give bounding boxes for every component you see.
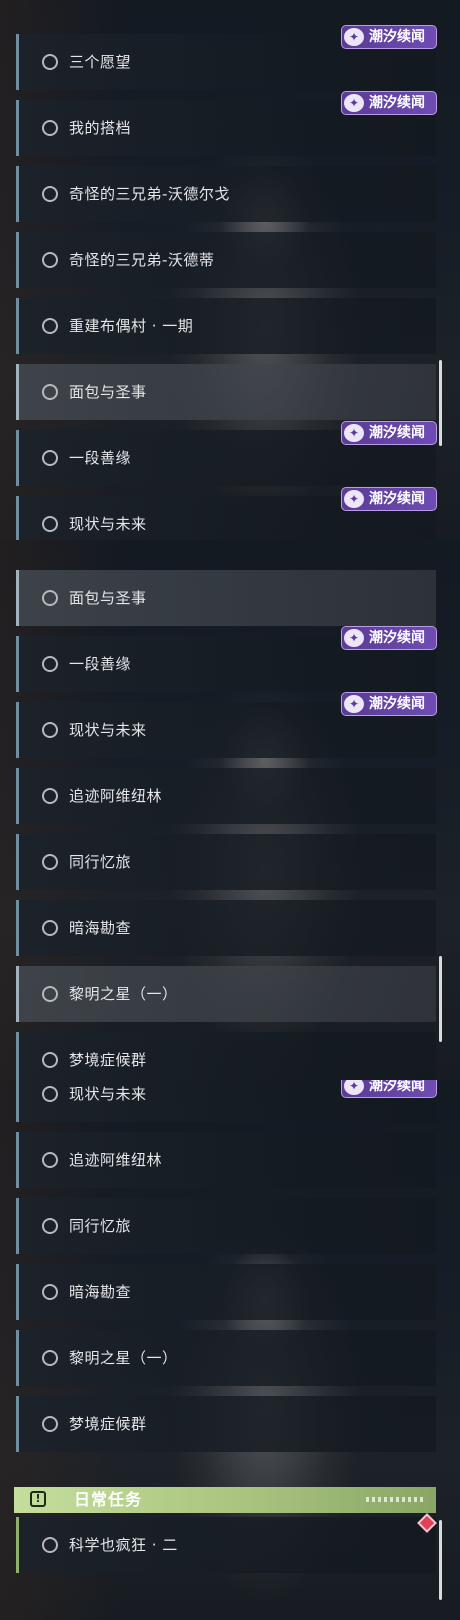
quest-title: 黎明之星（一）: [69, 1349, 178, 1367]
tide-news-badge: ✦ 潮汐续闻: [341, 421, 437, 445]
radio-circle-icon: [42, 1218, 58, 1234]
quest-title: 黎明之星（一）: [69, 985, 178, 1003]
quest-list-panel-1: 三个愿望 我的搭档 奇怪的三兄弟-沃德尔戈 奇怪的三兄弟-沃德蒂 重建布偶村 ·…: [0, 0, 460, 540]
quest-row[interactable]: 梦境症候群: [16, 1396, 436, 1452]
quest-title: 我的搭档: [69, 119, 132, 137]
quest-row[interactable]: 同行忆旅: [16, 1198, 436, 1254]
daily-quest-row[interactable]: 科学也疯狂 · 二: [16, 1517, 436, 1573]
quest-title: 一段善缘: [69, 449, 132, 467]
radio-circle-icon: [42, 516, 58, 532]
swallow-bird-icon: ✦: [344, 94, 364, 112]
quest-row[interactable]: 奇怪的三兄弟-沃德尔戈: [16, 166, 436, 222]
quest-title: 重建布偶村 · 一期: [69, 317, 194, 335]
quest-title: 暗海勘查: [69, 919, 132, 937]
swallow-bird-icon: ✦: [344, 28, 364, 46]
radio-circle-icon: [42, 252, 58, 268]
radio-circle-icon: [42, 788, 58, 804]
quest-title: 科学也疯狂 · 二: [69, 1536, 178, 1554]
quest-title: 面包与圣事: [69, 589, 147, 607]
tide-news-badge: ✦ 潮汐续闻: [341, 25, 437, 49]
quest-title: 一段善缘: [69, 655, 132, 673]
quest-title: 现状与未来: [69, 721, 147, 739]
tide-news-badge: ✦ 潮汐续闻: [341, 692, 437, 716]
quest-row[interactable]: 奇怪的三兄弟-沃德蒂: [16, 232, 436, 288]
quest-row[interactable]: 重建布偶村 · 一期: [16, 298, 436, 354]
radio-circle-icon: [42, 1537, 58, 1553]
tide-news-badge: ✦ 潮汐续闻: [341, 487, 437, 511]
quest-row[interactable]: 暗海勘查: [16, 900, 436, 956]
daily-tasks-header[interactable]: ! 日常任务: [14, 1487, 436, 1513]
quest-row-selected[interactable]: 面包与圣事: [16, 364, 436, 420]
radio-circle-icon: [42, 1416, 58, 1432]
swallow-bird-icon: ✦: [344, 695, 364, 713]
radio-circle-icon: [42, 854, 58, 870]
radio-circle-icon: [42, 120, 58, 136]
quest-row[interactable]: 同行忆旅: [16, 834, 436, 890]
quest-list-panel-3: 现状与未来 追迹阿维纽林 同行忆旅 暗海勘查 黎明之星（一） 梦境症候群 ✦ 潮汐…: [0, 1080, 460, 1620]
quest-row[interactable]: 黎明之星（一）: [16, 1330, 436, 1386]
radio-circle-icon: [42, 1052, 58, 1068]
radio-circle-icon: [42, 450, 58, 466]
scrollbar-thumb[interactable]: [439, 360, 442, 446]
radio-circle-icon: [42, 722, 58, 738]
quest-row[interactable]: 追迹阿维纽林: [16, 1132, 436, 1188]
swallow-bird-icon: ✦: [344, 1080, 364, 1095]
quest-title: 现状与未来: [69, 1085, 147, 1103]
swallow-bird-icon: ✦: [344, 490, 364, 508]
quest-title: 三个愿望: [69, 53, 132, 71]
scrollbar-thumb[interactable]: [439, 956, 442, 1042]
quest-row[interactable]: 暗海勘查: [16, 1264, 436, 1320]
radio-circle-icon: [42, 1284, 58, 1300]
quest-title: 现状与未来: [69, 515, 147, 533]
quest-title: 同行忆旅: [69, 853, 132, 871]
quest-title: 追迹阿维纽林: [69, 787, 163, 805]
quest-list-panel-2: 面包与圣事 一段善缘 现状与未来 追迹阿维纽林 同行忆旅 暗海勘查 黎明之星（一…: [0, 540, 460, 1080]
quest-row[interactable]: 梦境症候群: [16, 1032, 436, 1080]
quest-title: 梦境症候群: [69, 1051, 147, 1069]
quest-title: 梦境症候群: [69, 1415, 147, 1433]
radio-circle-icon: [42, 1152, 58, 1168]
quest-title: 暗海勘查: [69, 1283, 132, 1301]
radio-circle-icon: [42, 54, 58, 70]
tide-news-badge: ✦ 潮汐续闻: [341, 1080, 437, 1098]
radio-circle-icon: [42, 920, 58, 936]
quest-title: 奇怪的三兄弟-沃德蒂: [69, 251, 215, 269]
quest-row[interactable]: 追迹阿维纽林: [16, 768, 436, 824]
radio-circle-icon: [42, 1086, 58, 1102]
radio-circle-icon: [42, 656, 58, 672]
swallow-bird-icon: ✦: [344, 424, 364, 442]
quest-title: 面包与圣事: [69, 383, 147, 401]
tide-news-badge: ✦ 潮汐续闻: [341, 626, 437, 650]
header-decoration: [366, 1497, 426, 1502]
quest-title: 奇怪的三兄弟-沃德尔戈: [69, 185, 230, 203]
exclamation-box-icon: !: [30, 1491, 46, 1507]
quest-title: 追迹阿维纽林: [69, 1151, 163, 1169]
radio-circle-icon: [42, 186, 58, 202]
swallow-bird-icon: ✦: [344, 629, 364, 647]
quest-row-selected[interactable]: 面包与圣事: [16, 570, 436, 626]
scrollbar-thumb[interactable]: [439, 1520, 442, 1600]
quest-title: 同行忆旅: [69, 1217, 132, 1235]
radio-circle-icon: [42, 590, 58, 606]
quest-row-selected[interactable]: 黎明之星（一）: [16, 966, 436, 1022]
tide-news-badge: ✦ 潮汐续闻: [341, 91, 437, 115]
radio-circle-icon: [42, 384, 58, 400]
radio-circle-icon: [42, 1350, 58, 1366]
radio-circle-icon: [42, 986, 58, 1002]
section-title: 日常任务: [74, 1490, 143, 1509]
radio-circle-icon: [42, 318, 58, 334]
